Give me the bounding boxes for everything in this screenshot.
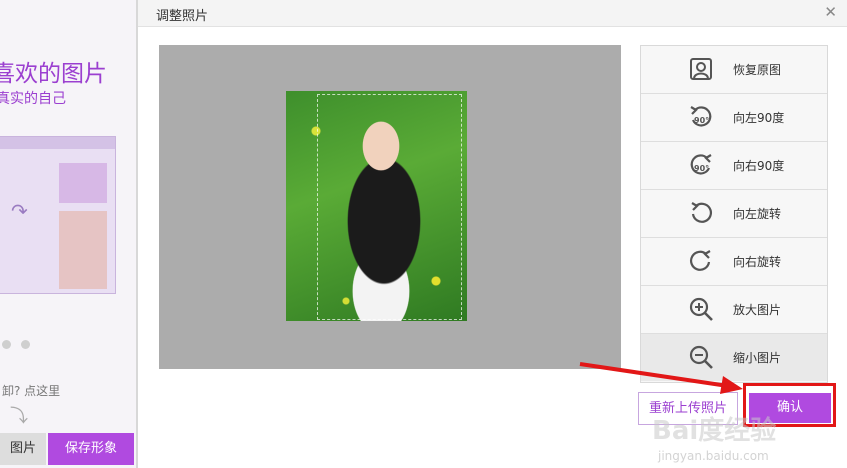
tool-label: 放大图片	[733, 303, 782, 317]
tool-label: 向右旋转	[733, 255, 782, 269]
tool-label: 向左旋转	[733, 207, 782, 221]
photo-canvas	[159, 45, 621, 369]
rotate-left-icon	[691, 202, 712, 223]
close-icon[interactable]: ✕	[824, 3, 837, 21]
rotate-right-90-icon: 90°	[690, 154, 712, 175]
curved-arrow-icon: ↷	[11, 199, 28, 223]
watermark-logo: Bai度经验	[652, 416, 777, 446]
rotate-left-90-icon: 90°	[690, 106, 712, 127]
crop-frame[interactable]	[317, 94, 462, 320]
watermark-url: jingyan.baidu.com	[658, 449, 769, 463]
zoom-in-icon	[689, 297, 713, 321]
dialog-header: 调整照片 ✕	[138, 0, 847, 27]
svg-text:90°: 90°	[694, 116, 709, 125]
tool-rotate-right[interactable]: 向右旋转	[641, 238, 827, 286]
tool-label: 向右90度	[733, 159, 785, 173]
tool-restore-original[interactable]: 恢复原图	[641, 46, 827, 94]
background-subtitle: 真实的自己	[0, 91, 66, 107]
tool-rotate-left[interactable]: 向左旋转	[641, 190, 827, 238]
tool-panel: 恢复原图 90° 向左90度 90° 向右90度 向左旋转 向右旋转 放大图片 …	[640, 45, 828, 383]
tool-rotate-left-90[interactable]: 90° 向左90度	[641, 94, 827, 142]
help-link[interactable]: 卸? 点这里	[2, 382, 60, 399]
rotate-right-icon	[690, 250, 711, 271]
tool-rotate-right-90[interactable]: 90° 向右90度	[641, 142, 827, 190]
adjust-photo-dialog: 调整照片 ✕ 恢复原图 90° 向左90度 90° 向右90度 向左旋转 向右旋…	[138, 0, 847, 468]
portrait-reset-icon	[690, 58, 712, 80]
svg-text:90°: 90°	[694, 164, 709, 173]
save-avatar-button[interactable]: 保存形象	[48, 433, 134, 465]
carousel-dots[interactable]	[2, 334, 40, 353]
background-page: 喜欢的图片 真实的自己 ↷ 卸? 点这里 ⤵ 图片 保存形象	[0, 0, 138, 468]
background-preview-image: ↷	[0, 136, 116, 294]
dialog-title: 调整照片	[156, 9, 209, 24]
photo-preview[interactable]	[286, 91, 467, 321]
background-title: 喜欢的图片	[0, 61, 107, 87]
photo-button[interactable]: 图片	[0, 433, 46, 465]
tool-label: 向左90度	[733, 111, 785, 125]
tool-label: 恢复原图	[733, 63, 782, 77]
annotation-arrow-icon	[579, 362, 743, 394]
tool-zoom-in[interactable]: 放大图片	[641, 286, 827, 334]
down-arrow-icon: ⤵	[10, 406, 28, 427]
